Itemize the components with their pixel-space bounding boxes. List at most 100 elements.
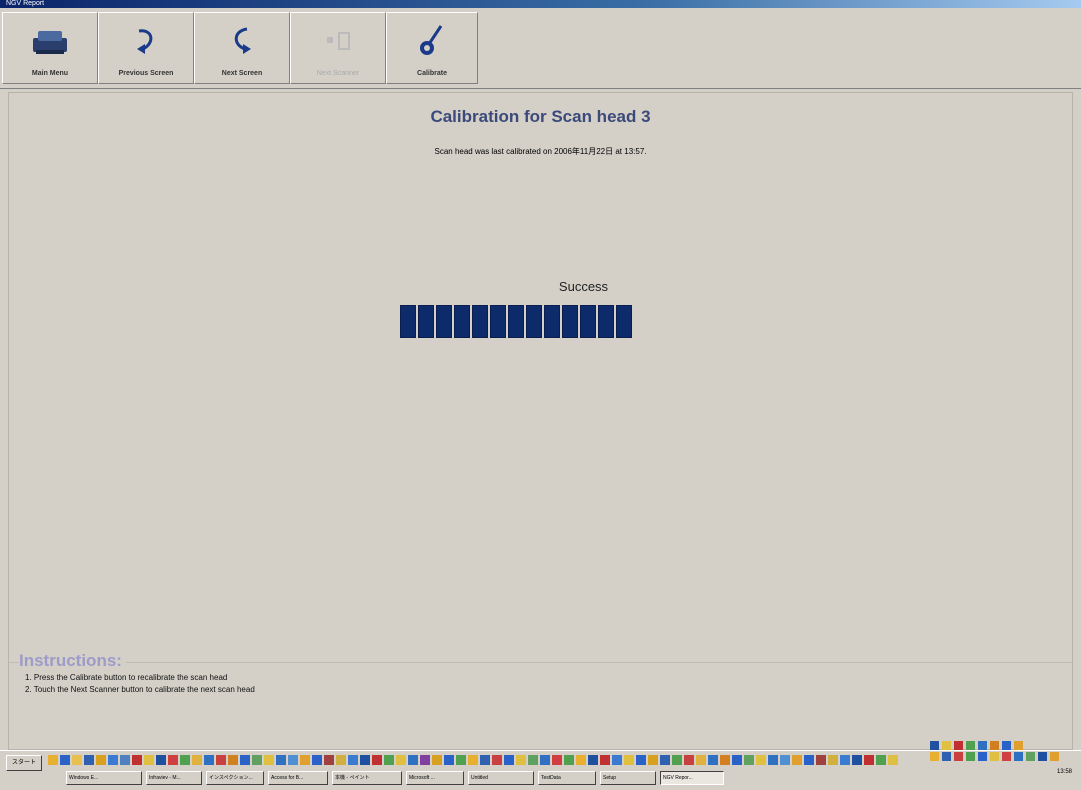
quick-launch-icon[interactable]	[720, 755, 730, 765]
quick-launch-icon[interactable]	[672, 755, 682, 765]
quick-launch-icon[interactable]	[804, 755, 814, 765]
taskbar-button[interactable]: インスペクション...	[206, 771, 264, 785]
tray-icon[interactable]	[1026, 752, 1035, 761]
previous-screen-button[interactable]: Previous Screen	[98, 12, 194, 84]
tray-icon[interactable]	[930, 752, 939, 761]
quick-launch-icon[interactable]	[492, 755, 502, 765]
quick-launch-icon[interactable]	[276, 755, 286, 765]
tray-icon[interactable]	[978, 741, 987, 750]
quick-launch-icon[interactable]	[264, 755, 274, 765]
quick-launch-icon[interactable]	[516, 755, 526, 765]
quick-launch-icon[interactable]	[240, 755, 250, 765]
quick-launch-icon[interactable]	[564, 755, 574, 765]
quick-launch-icon[interactable]	[96, 755, 106, 765]
quick-launch-icon[interactable]	[324, 755, 334, 765]
tray-icon[interactable]	[942, 752, 951, 761]
quick-launch-icon[interactable]	[780, 755, 790, 765]
quick-launch-icon[interactable]	[468, 755, 478, 765]
quick-launch-icon[interactable]	[828, 755, 838, 765]
quick-launch-icon[interactable]	[852, 755, 862, 765]
quick-launch-icon[interactable]	[120, 755, 130, 765]
quick-launch-icon[interactable]	[420, 755, 430, 765]
quick-launch-icon[interactable]	[624, 755, 634, 765]
quick-launch-icon[interactable]	[192, 755, 202, 765]
taskbar-button[interactable]: Infraviev - M...	[146, 771, 202, 785]
quick-launch-icon[interactable]	[180, 755, 190, 765]
calibrate-button[interactable]: Calibrate	[386, 12, 478, 84]
quick-launch-icon[interactable]	[576, 755, 586, 765]
tray-icon[interactable]	[1002, 752, 1011, 761]
quick-launch-icon[interactable]	[876, 755, 886, 765]
tray-icon[interactable]	[930, 741, 939, 750]
quick-launch-icon[interactable]	[372, 755, 382, 765]
quick-launch-icon[interactable]	[648, 755, 658, 765]
taskbar-button[interactable]: Windows E...	[66, 771, 142, 785]
tray-icon[interactable]	[978, 752, 987, 761]
quick-launch-icon[interactable]	[156, 755, 166, 765]
quick-launch-icon[interactable]	[888, 755, 898, 765]
quick-launch-icon[interactable]	[708, 755, 718, 765]
quick-launch-icon[interactable]	[300, 755, 310, 765]
quick-launch-icon[interactable]	[456, 755, 466, 765]
next-scanner-button[interactable]: Next Scanner	[290, 12, 386, 84]
quick-launch-icon[interactable]	[132, 755, 142, 765]
quick-launch-icon[interactable]	[312, 755, 322, 765]
quick-launch-icon[interactable]	[600, 755, 610, 765]
tray-icon[interactable]	[966, 752, 975, 761]
quick-launch-icon[interactable]	[864, 755, 874, 765]
quick-launch-icon[interactable]	[348, 755, 358, 765]
quick-launch-icon[interactable]	[552, 755, 562, 765]
quick-launch-icon[interactable]	[252, 755, 262, 765]
quick-launch-icon[interactable]	[108, 755, 118, 765]
quick-launch-icon[interactable]	[72, 755, 82, 765]
quick-launch-icon[interactable]	[660, 755, 670, 765]
quick-launch-icon[interactable]	[732, 755, 742, 765]
quick-launch-icon[interactable]	[684, 755, 694, 765]
quick-launch-icon[interactable]	[60, 755, 70, 765]
quick-launch-icon[interactable]	[216, 755, 226, 765]
taskbar-button[interactable]: Access for B...	[268, 771, 328, 785]
start-button[interactable]: スタート	[6, 755, 42, 771]
quick-launch-icon[interactable]	[360, 755, 370, 765]
tray-icon[interactable]	[990, 752, 999, 761]
taskbar-button[interactable]: 本機 - ペイント	[332, 771, 402, 785]
quick-launch-icon[interactable]	[636, 755, 646, 765]
quick-launch-icon[interactable]	[480, 755, 490, 765]
quick-launch-icon[interactable]	[432, 755, 442, 765]
quick-launch-icon[interactable]	[744, 755, 754, 765]
tray-icon[interactable]	[966, 741, 975, 750]
quick-launch-icon[interactable]	[528, 755, 538, 765]
quick-launch-icon[interactable]	[144, 755, 154, 765]
quick-launch-icon[interactable]	[756, 755, 766, 765]
tray-icon[interactable]	[954, 752, 963, 761]
quick-launch-icon[interactable]	[48, 755, 58, 765]
taskbar-button[interactable]: NGV Repor...	[660, 771, 724, 785]
quick-launch-icon[interactable]	[504, 755, 514, 765]
quick-launch-icon[interactable]	[288, 755, 298, 765]
quick-launch-icon[interactable]	[384, 755, 394, 765]
quick-launch-icon[interactable]	[336, 755, 346, 765]
quick-launch-icon[interactable]	[696, 755, 706, 765]
main-menu-button[interactable]: Main Menu	[2, 12, 98, 84]
tray-icon[interactable]	[1014, 752, 1023, 761]
quick-launch-icon[interactable]	[588, 755, 598, 765]
quick-launch-icon[interactable]	[612, 755, 622, 765]
quick-launch-icon[interactable]	[540, 755, 550, 765]
tray-icon[interactable]	[942, 741, 951, 750]
quick-launch-icon[interactable]	[768, 755, 778, 765]
next-screen-button[interactable]: Next Screen	[194, 12, 290, 84]
taskbar-button[interactable]: TestData	[538, 771, 596, 785]
tray-icon[interactable]	[1038, 752, 1047, 761]
tray-icon[interactable]	[1050, 752, 1059, 761]
taskbar-button[interactable]: Setup	[600, 771, 656, 785]
quick-launch-icon[interactable]	[396, 755, 406, 765]
quick-launch-icon[interactable]	[204, 755, 214, 765]
taskbar-button[interactable]: Microsoft ...	[406, 771, 464, 785]
quick-launch-icon[interactable]	[840, 755, 850, 765]
tray-icon[interactable]	[954, 741, 963, 750]
taskbar-button[interactable]: Untitled	[468, 771, 534, 785]
quick-launch-icon[interactable]	[816, 755, 826, 765]
tray-icon[interactable]	[1014, 741, 1023, 750]
quick-launch-icon[interactable]	[444, 755, 454, 765]
tray-icon[interactable]	[990, 741, 999, 750]
